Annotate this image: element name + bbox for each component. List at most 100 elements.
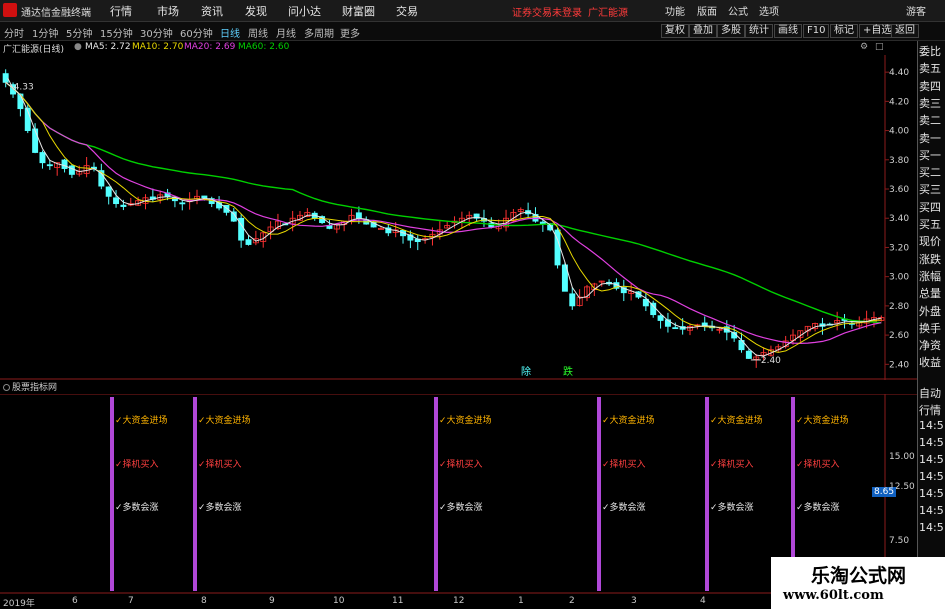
sidebar-field[interactable]: 买四 [919,199,941,215]
sidebar-field[interactable]: 卖五 [919,60,941,76]
signal-label: ✓多数会涨 [198,503,242,513]
date-tick-label: 12 [453,596,465,606]
date-tick-label: 10 [333,596,345,606]
sidebar-field[interactable]: 总量 [919,285,941,301]
settings-icon[interactable]: ⚙ [860,42,868,52]
price-chart[interactable]: 4.40 4.20 4.00 3.80 3.60 3.40 3.20 3.00 2.80 2.60… [0,55,917,380]
sidebar-field[interactable]: 涨跌 [919,251,941,267]
sidebar-field[interactable]: 换手 [919,320,941,336]
ma-info-bar: 广汇能源(日线) ● MA5: 2.72 MA10: 2.70 MA20: 2.… [0,41,917,55]
candle-body [61,159,68,169]
signal-bar [597,397,601,591]
indicator-dot-icon [3,384,10,391]
tab-weekly[interactable]: 周线 [248,25,268,40]
candle-body [39,152,46,164]
sidebar-field[interactable]: 买五 [919,216,941,232]
menu-layout[interactable]: 版面 [697,3,717,18]
price-tick-label: 2.80 [889,302,909,312]
indicator-label: 股票指标网 [3,380,57,393]
candle-body [657,315,664,321]
signal-label: ✓择机买入 [439,460,483,470]
price-tick-label: 3.60 [889,185,909,195]
sidebar-field[interactable]: 卖三 [919,95,941,111]
sidebar-field[interactable]: 卖一 [919,130,941,146]
back-button[interactable]: 返回 [891,24,919,38]
tab-5min[interactable]: 5分钟 [66,25,92,40]
tab-monthly[interactable]: 月线 [276,25,296,40]
date-tick-label: 3 [631,596,637,606]
date-tick-label: 1 [518,596,524,606]
menu-ask[interactable]: 问小达 [288,3,321,19]
add-watchlist-button[interactable]: +自选 [859,24,896,38]
date-tick-label: 9 [269,596,275,606]
mark-button[interactable]: 标记 [830,24,858,38]
date-tick-label: 4 [700,596,706,606]
candle-body [569,293,576,307]
sidebar-field[interactable]: 涨幅 [919,268,941,284]
signal-label: ✓择机买入 [796,460,840,470]
sidebar-field[interactable]: 卖四 [919,78,941,94]
price-tick-label: 4.00 [889,127,909,137]
multi-stock-button[interactable]: 多股 [717,24,745,38]
ma10-value: MA10: 2.70 [132,42,184,52]
indicator-value-tag: 8.65 [872,487,897,497]
overlay-button[interactable]: 叠加 [689,24,717,38]
login-notice[interactable]: 证券交易未登录 [512,4,582,19]
statistics-button[interactable]: 统计 [745,24,773,38]
settings-dot-icon[interactable]: ● [74,42,82,52]
tab-30min[interactable]: 30分钟 [140,25,173,40]
price-tick-label: 3.80 [889,156,909,166]
draw-line-button[interactable]: 画线 [774,24,802,38]
sidebar-field[interactable]: 净资 [919,337,941,353]
guest-account[interactable]: 游客 [906,3,926,18]
menu-trade[interactable]: 交易 [396,3,418,19]
stock-name: 广汇能源 [588,8,628,19]
watermark-brand: 乐淘公式网 [811,565,907,587]
fall-marker: 跌 [563,365,573,378]
restore-rights-button[interactable]: 复权 [661,24,689,38]
sidebar-field[interactable]: 收益 [919,354,941,370]
right-sidebar: 委比 卖五 卖四 卖三 卖二 卖一 买一 买二 买三 买四 买五 现价 涨跌 涨幅 总量 外盘 换手 净资 收益 自动… [917,41,945,609]
signal-label: ✓大资金进场 [439,416,492,426]
candle-body [245,239,252,245]
indicator-name: 股票指标网 [12,383,58,393]
sidebar-field[interactable]: 卖二 [919,112,941,128]
annotations: 4.33 2.40 除 跌 [7,77,781,378]
date-tick-label: 11 [392,596,404,606]
tab-1min[interactable]: 1分钟 [32,25,58,40]
signal-bar [110,397,114,591]
f10-button[interactable]: F10 [803,24,830,38]
menu-discover[interactable]: 发现 [245,3,267,19]
sidebar-field[interactable]: 外盘 [919,303,941,319]
menu-fortune[interactable]: 财富圈 [342,3,375,19]
sidebar-field[interactable]: 现价 [919,233,941,249]
menu-news[interactable]: 资讯 [201,3,223,19]
tab-more[interactable]: 更多 [340,25,360,40]
menu-quotes[interactable]: 行情 [110,3,132,19]
sidebar-field[interactable]: 买二 [919,164,941,180]
signal-label: ✓大资金进场 [602,416,655,426]
tab-15min[interactable]: 15分钟 [100,25,133,40]
price-tick-label: 4.40 [889,68,909,78]
sidebar-field[interactable]: 买三 [919,181,941,197]
maximize-icon[interactable]: □ [875,42,884,52]
tab-intraday[interactable]: 分时 [4,25,24,40]
candle-body [201,195,208,199]
menu-options[interactable]: 选项 [759,3,779,18]
tab-daily[interactable]: 日线 [220,25,240,40]
signal-label: ✓择机买入 [198,460,242,470]
menu-market[interactable]: 市场 [157,3,179,19]
candle-body [120,204,127,207]
menu-function[interactable]: 功能 [665,3,685,18]
menu-formula[interactable]: 公式 [728,3,748,18]
signal-label: ✓择机买入 [602,460,646,470]
tab-multi-period[interactable]: 多周期 [304,25,334,40]
date-tick-label: 2 [569,596,575,606]
signal-label: ✓多数会涨 [710,503,754,513]
tab-60min[interactable]: 60分钟 [180,25,213,40]
candle-body [179,202,186,205]
sidebar-field[interactable]: 买一 [919,147,941,163]
ma5-line [5,82,882,357]
signal-label: ✓择机买入 [710,460,754,470]
sidebar-field[interactable]: 委比 [919,43,941,59]
